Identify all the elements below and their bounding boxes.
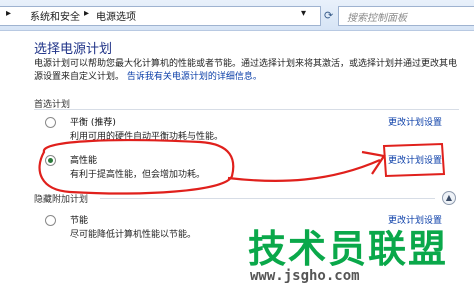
search-placeholder: 搜索控制面板 (347, 13, 407, 24)
plan-description: 利用可用的硬件自动平衡功耗与性能。 (70, 132, 224, 142)
plan-radio-high-performance[interactable] (45, 155, 56, 166)
collapse-chevron-up-icon[interactable]: ▲ (442, 191, 456, 205)
plan-name: 平衡 (推荐) (70, 118, 116, 128)
breadcrumb-separator: ▸ (84, 8, 90, 19)
breadcrumb[interactable]: ▸ 系统和安全 ▸ 电源选项 ▾ (0, 6, 321, 26)
chevron-down-icon[interactable]: ▾ (301, 8, 306, 19)
plan-description: 有利于提高性能，但会增加功耗。 (70, 170, 206, 180)
section-divider (100, 198, 435, 199)
breadcrumb-separator: ▸ (6, 8, 12, 19)
change-plan-settings-link[interactable]: 更改计划设置 (388, 115, 442, 128)
plan-radio-power-saver[interactable] (45, 215, 56, 226)
address-bar: ▸ 系统和安全 ▸ 电源选项 ▾ ⟳ 搜索控制面板 (0, 0, 474, 31)
plan-description: 尽可能降低计算机性能以节能。 (70, 230, 197, 240)
plan-name: 节能 (70, 216, 89, 226)
breadcrumb-item-power-options[interactable]: 电源选项 (96, 8, 136, 23)
plan-name: 高性能 (70, 156, 98, 166)
annotation-arrow-head (361, 150, 386, 175)
breadcrumb-item-system-security[interactable]: 系统和安全 (30, 8, 80, 23)
annotation-arrow-line (227, 158, 381, 183)
section-divider (34, 109, 459, 110)
page-title: 选择电源计划 (34, 42, 113, 57)
change-plan-settings-link[interactable]: 更改计划设置 (388, 153, 442, 166)
section-hidden-label: 隐藏附加计划 (34, 195, 89, 205)
page-description: 电源计划可以帮助您最大化计算机的性能或者节能。通过选择计划来将其激活，或选择计划… (34, 58, 459, 84)
watermark-url: www.jsgho.com (250, 268, 360, 284)
power-plan-info-link[interactable]: 告诉我有关电源计划的详细信息。 (127, 72, 262, 82)
watermark-logo: 技术员联盟 (248, 227, 449, 271)
search-input[interactable]: 搜索控制面板 (338, 6, 474, 26)
refresh-icon[interactable]: ⟳ (324, 9, 333, 22)
plan-radio-balanced[interactable] (45, 117, 56, 128)
